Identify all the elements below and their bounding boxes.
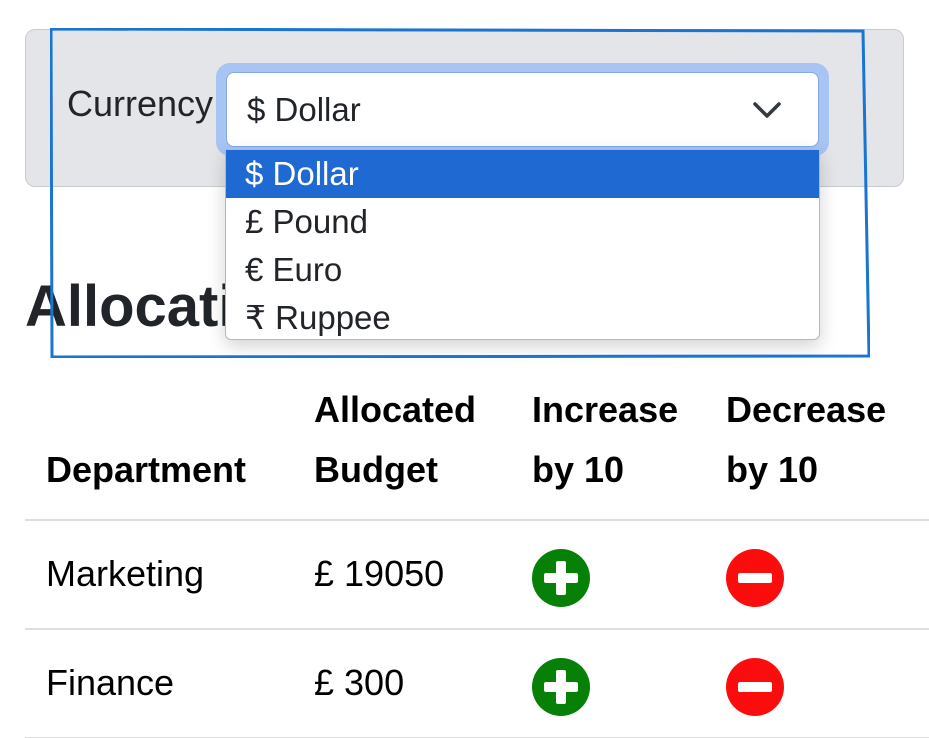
budget-cell: £ 19050 [314,553,445,594]
plus-circle-icon [544,561,578,595]
currency-option-rupee[interactable]: ₹ Ruppee [226,294,819,342]
header-increase: Increase by 10 [532,389,679,490]
department-cell: Marketing [46,553,205,594]
table-row: Finance £ 300 [25,630,929,738]
allocation-table: Department Allocated Budget Increase by … [25,380,929,738]
minus-circle-icon [738,682,772,692]
chevron-down-icon [753,102,781,118]
increase-button[interactable] [532,658,590,716]
currency-dropdown-list: $ Dollar £ Pound € Euro ₹ Ruppee [225,149,820,340]
department-cell: Finance [46,662,175,703]
currency-label: Currency [67,83,214,124]
header-decrease: Decrease by 10 [726,389,887,490]
plus-circle-icon [544,670,578,704]
table-row: Marketing £ 19050 [25,521,929,630]
header-allocated-budget: Allocated Budget [314,389,477,490]
increase-button[interactable] [532,549,590,607]
table-header-row: Department Allocated Budget Increase by … [25,380,929,521]
decrease-button[interactable] [726,658,784,716]
decrease-button[interactable] [726,549,784,607]
currency-option-pound[interactable]: £ Pound [226,198,819,246]
page: Currency $ Dollar $ Dollar £ Pound € Eur… [0,0,929,738]
currency-option-dollar[interactable]: $ Dollar [226,150,819,198]
currency-option-euro[interactable]: € Euro [226,246,819,294]
budget-cell: £ 300 [314,662,405,703]
minus-circle-icon [738,573,772,583]
header-department: Department [46,449,247,490]
currency-select[interactable]: $ Dollar [226,72,819,147]
currency-select-value: $ Dollar [247,91,361,128]
